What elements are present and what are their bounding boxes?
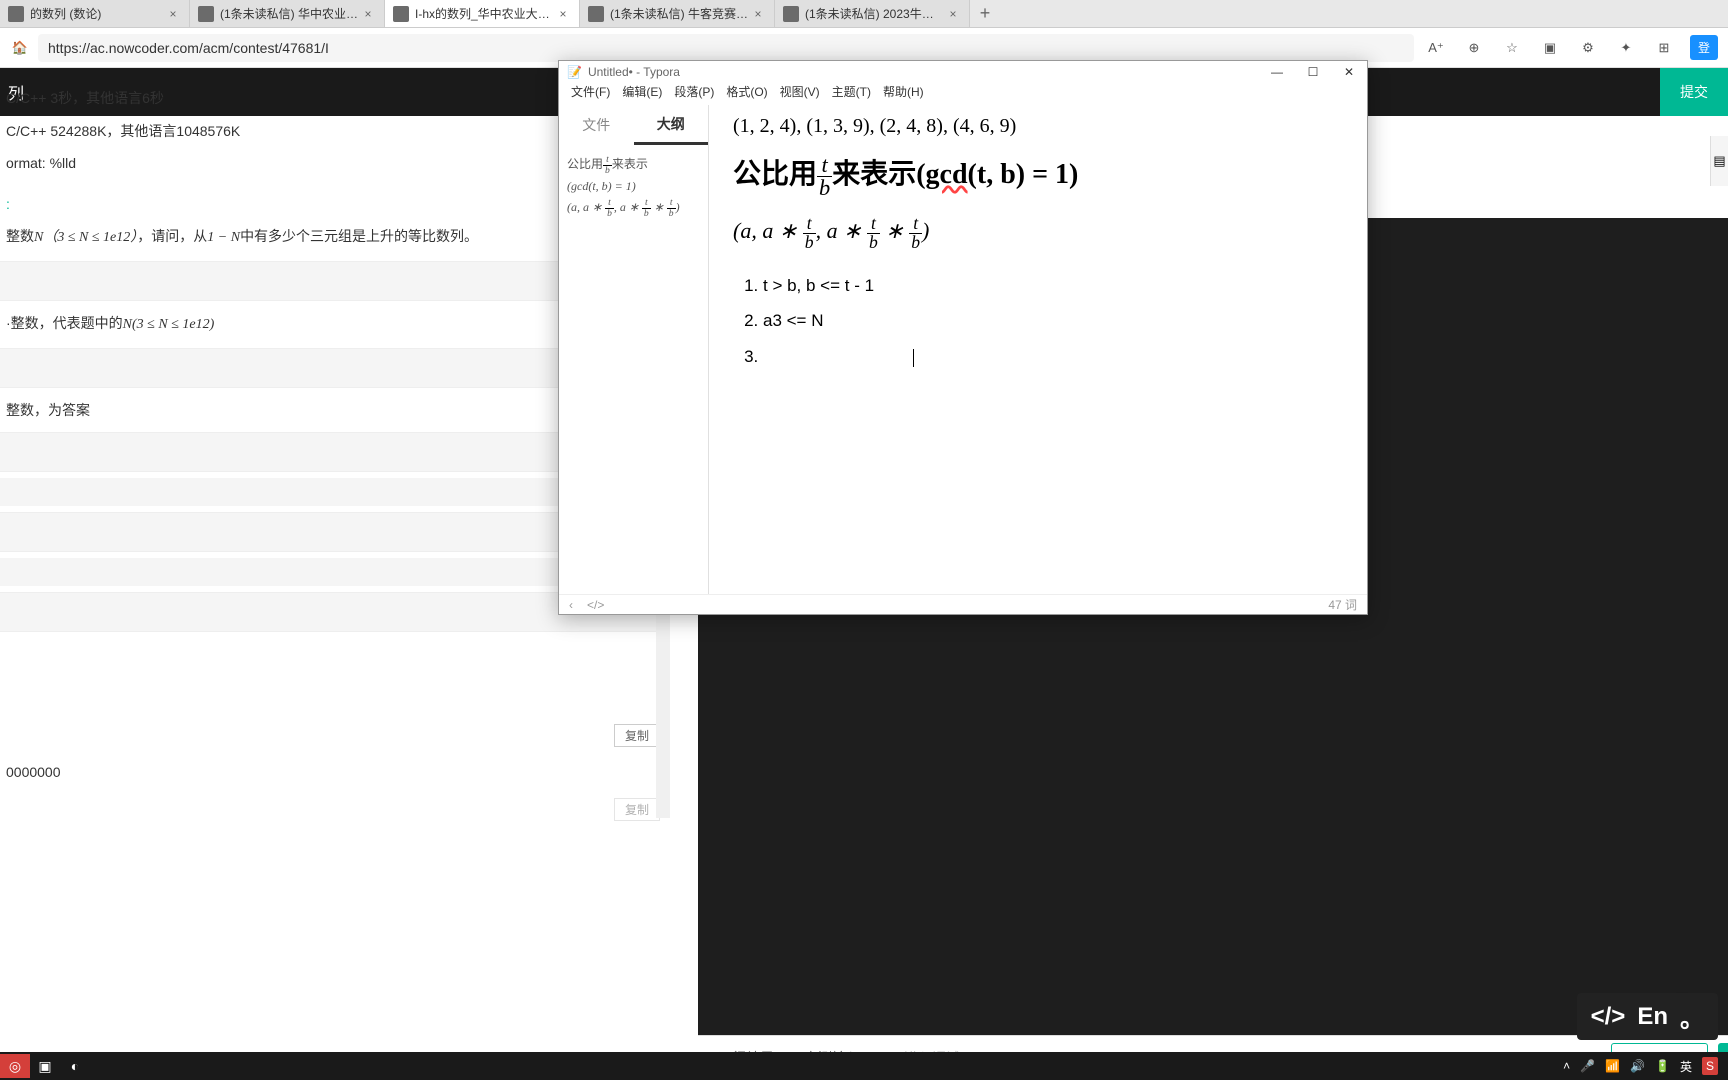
system-tray: ˄ 🎤 📶 🔊 🔋 英 S [1563, 1057, 1728, 1075]
site-icon [198, 6, 214, 22]
outline-item[interactable]: (a, a ∗ tb, a ∗ tb ∗ tb) [567, 198, 700, 218]
window-controls: — ☐ ✕ [1259, 61, 1367, 83]
outline-tabs: 文件 大纲 [559, 105, 708, 145]
volume-icon[interactable]: 🔊 [1630, 1059, 1645, 1073]
menu-edit[interactable]: 编辑(E) [616, 83, 668, 105]
menu-file[interactable]: 文件(F) [565, 83, 616, 105]
content-heading[interactable]: 公比用tb来表示(gcd(t, b) = 1) [733, 152, 1343, 199]
word-count[interactable]: 47 词 [1328, 596, 1357, 613]
typora-body: 文件 大纲 公比用tb来表示 (gcd(t, b) = 1) (a, a ∗ t… [559, 105, 1367, 594]
content-formula[interactable]: (a, a ∗ tb, a ∗ tb ∗ tb) [733, 215, 1343, 251]
nav-back-icon[interactable]: ‹ [569, 598, 573, 612]
tab-title: (1条未读私信) 华中农业大学 [220, 5, 360, 22]
favorite-icon[interactable]: ☆ [1500, 36, 1524, 60]
wifi-icon[interactable]: 📶 [1605, 1059, 1620, 1073]
close-icon[interactable]: × [165, 6, 181, 22]
tab-5[interactable]: (1条未读私信) 2023牛客寒假算法 × [775, 0, 970, 27]
tab-title: (1条未读私信) 2023牛客寒假算法 [805, 5, 945, 22]
site-icon [393, 6, 409, 22]
toolbar-icons: A⁺ ⊕ ☆ ▣ ⚙ ✦ ⊞ 登 [1424, 35, 1718, 60]
sample-output: 0000000 [0, 753, 670, 792]
copy-button-2[interactable]: 复制 [614, 798, 660, 821]
ime-tray[interactable]: 英 [1680, 1058, 1692, 1075]
tab-title: (1条未读私信) 牛客竞赛OJ_ACM [610, 5, 750, 22]
outline-tab[interactable]: 大纲 [634, 105, 709, 145]
taskbar-app-1[interactable]: ◎ [0, 1054, 30, 1078]
tab-3-active[interactable]: I-hx的数列_华中农业大学第十二 × [385, 0, 580, 27]
ime-lang: En [1637, 1003, 1668, 1031]
maximize-button[interactable]: ☐ [1295, 61, 1331, 83]
code-icon: </> [1591, 1003, 1626, 1031]
close-icon[interactable]: × [555, 6, 571, 22]
site-icon [783, 6, 799, 22]
microphone-icon[interactable]: 🎤 [1580, 1059, 1595, 1073]
extension-icon-2[interactable]: ⚙ [1576, 36, 1600, 60]
tab-title: 的数列 (数论) [30, 5, 165, 22]
editor-panel[interactable]: (1, 2, 4), (1, 3, 9), (2, 4, 8), (4, 6, … [709, 105, 1367, 594]
spacer [0, 638, 670, 718]
app-icon: 📝 [567, 65, 582, 79]
login-button[interactable]: 登 [1690, 35, 1718, 60]
site-icon [8, 6, 24, 22]
taskbar-app-3[interactable]: ◐ [60, 1054, 90, 1078]
menu-paragraph[interactable]: 段落(P) [668, 83, 720, 105]
collections-icon[interactable]: ⊞ [1652, 36, 1676, 60]
outline-content: 公比用tb来表示 (gcd(t, b) = 1) (a, a ∗ tb, a ∗… [559, 145, 708, 233]
close-icon[interactable]: × [945, 6, 961, 22]
close-icon[interactable]: × [750, 6, 766, 22]
ime-app-icon[interactable]: S [1702, 1057, 1718, 1075]
tab-4[interactable]: (1条未读私信) 牛客竞赛OJ_ACM × [580, 0, 775, 27]
list-item[interactable] [763, 339, 1343, 375]
copy-button[interactable]: 复制 [614, 724, 660, 747]
menu-format[interactable]: 格式(O) [720, 83, 773, 105]
site-info-icon[interactable]: 🏠 [10, 38, 30, 58]
ime-indicator[interactable]: </> En 。 [1577, 993, 1718, 1040]
typora-menubar: 文件(F) 编辑(E) 段落(P) 格式(O) 视图(V) 主题(T) 帮助(H… [559, 83, 1367, 105]
outline-panel: 文件 大纲 公比用tb来表示 (gcd(t, b) = 1) (a, a ∗ t… [559, 105, 709, 594]
menu-help[interactable]: 帮助(H) [877, 83, 930, 105]
browser-tabs: 的数列 (数论) × (1条未读私信) 华中农业大学 × I-hx的数列_华中农… [0, 0, 1728, 28]
zoom-icon[interactable]: ⊕ [1462, 36, 1486, 60]
tab-1[interactable]: 的数列 (数论) × [0, 0, 190, 27]
extension-icon-1[interactable]: ▣ [1538, 36, 1562, 60]
new-tab-button[interactable]: + [970, 0, 1000, 27]
files-tab[interactable]: 文件 [559, 105, 634, 145]
ime-punct: 。 [1680, 999, 1704, 1034]
taskbar: ◎ ▣ ◐ ˄ 🎤 📶 🔊 🔋 英 S [0, 1052, 1728, 1080]
battery-icon[interactable]: 🔋 [1655, 1059, 1670, 1073]
source-code-icon[interactable]: </> [587, 598, 604, 612]
text-cursor [913, 349, 914, 367]
url-input[interactable] [38, 34, 1414, 62]
text-size-icon[interactable]: A⁺ [1424, 36, 1448, 60]
submit-button[interactable]: 提交 [1660, 68, 1728, 116]
content-line-1[interactable]: (1, 2, 4), (1, 3, 9), (2, 4, 8), (4, 6, … [733, 115, 1343, 138]
tray-chevron-icon[interactable]: ˄ [1563, 1059, 1570, 1073]
favorites-icon[interactable]: ✦ [1614, 36, 1638, 60]
outline-item[interactable]: 公比用tb来表示 [567, 155, 700, 175]
site-icon [588, 6, 604, 22]
menu-theme[interactable]: 主题(T) [826, 83, 877, 105]
list-item[interactable]: t > b, b <= t - 1 [763, 268, 1343, 304]
menu-view[interactable]: 视图(V) [774, 83, 826, 105]
sidebar-toggle[interactable]: ▤ [1710, 136, 1728, 186]
typora-titlebar[interactable]: 📝 Untitled• - Typora — ☐ ✕ [559, 61, 1367, 83]
content-list[interactable]: t > b, b <= t - 1 a3 <= N [763, 268, 1343, 375]
taskbar-app-2[interactable]: ▣ [30, 1054, 60, 1078]
tab-2[interactable]: (1条未读私信) 华中农业大学 × [190, 0, 385, 27]
close-icon[interactable]: × [360, 6, 376, 22]
minimize-button[interactable]: — [1259, 61, 1295, 83]
outline-item[interactable]: (gcd(t, b) = 1) [567, 179, 700, 194]
typora-window: 📝 Untitled• - Typora — ☐ ✕ 文件(F) 编辑(E) 段… [558, 60, 1368, 615]
window-title: Untitled• - Typora [588, 65, 680, 79]
close-button[interactable]: ✕ [1331, 61, 1367, 83]
typora-statusbar: ‹ </> 47 词 [559, 594, 1367, 614]
list-item[interactable]: a3 <= N [763, 303, 1343, 339]
status-left: ‹ </> [569, 598, 604, 612]
tab-title: I-hx的数列_华中农业大学第十二 [415, 5, 555, 22]
